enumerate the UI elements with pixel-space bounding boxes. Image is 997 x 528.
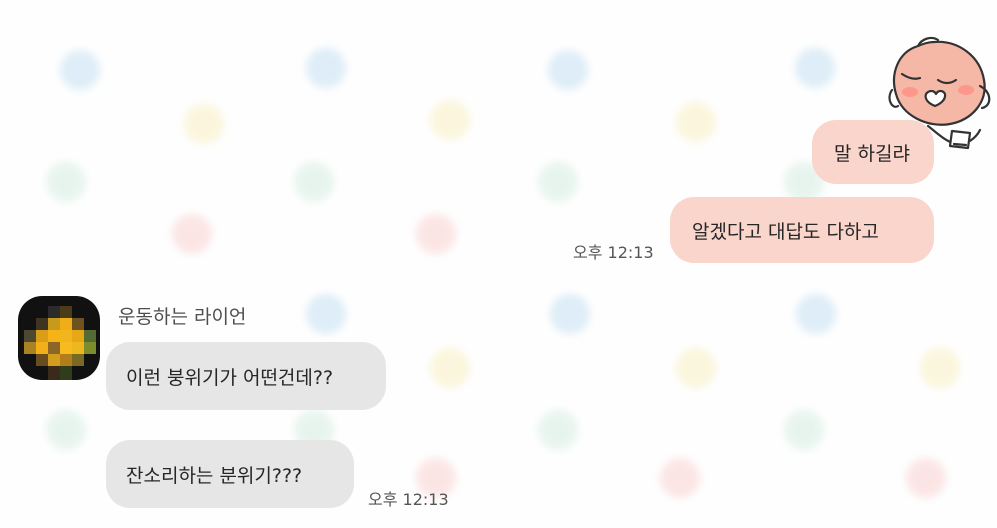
background-dot	[306, 48, 346, 88]
background-dot	[538, 410, 578, 450]
background-dot	[676, 348, 716, 388]
message-text: 알겠다고 대답도 다하고	[692, 220, 879, 243]
background-dot	[676, 102, 716, 142]
incoming-message-bubble[interactable]: 이런 붕위기가 어떤건데??	[106, 342, 386, 410]
message-timestamp: 오후 12:13	[573, 243, 654, 262]
sender-name: 운동하는 라이언	[118, 306, 247, 328]
background-dot	[294, 162, 334, 202]
message-text: 잔소리하는 분위기???	[126, 464, 303, 487]
background-dot	[906, 458, 946, 498]
background-dot	[46, 410, 86, 450]
background-dot	[60, 50, 100, 90]
background-dot	[538, 162, 578, 202]
background-dot	[784, 410, 824, 450]
profile-avatar[interactable]	[18, 296, 100, 380]
background-dot	[920, 348, 960, 388]
outgoing-message-bubble[interactable]: 알겠다고 대답도 다하고	[670, 197, 934, 263]
background-dot	[795, 48, 835, 88]
background-dot	[796, 294, 836, 334]
background-dot	[548, 50, 588, 90]
background-dot	[184, 104, 224, 144]
message-text: 이런 붕위기가 어떤건데??	[126, 366, 334, 389]
incoming-message-bubble[interactable]: 잔소리하는 분위기???	[106, 440, 354, 508]
background-dot	[416, 214, 456, 254]
background-dot	[660, 458, 700, 498]
background-dot	[172, 214, 212, 254]
apeach-sticker-icon	[888, 36, 991, 150]
background-dot	[306, 294, 346, 334]
background-dot	[550, 294, 590, 334]
background-dot	[46, 162, 86, 202]
background-dot	[430, 100, 470, 140]
background-dot	[430, 348, 470, 388]
message-timestamp: 오후 12:13	[368, 490, 449, 509]
